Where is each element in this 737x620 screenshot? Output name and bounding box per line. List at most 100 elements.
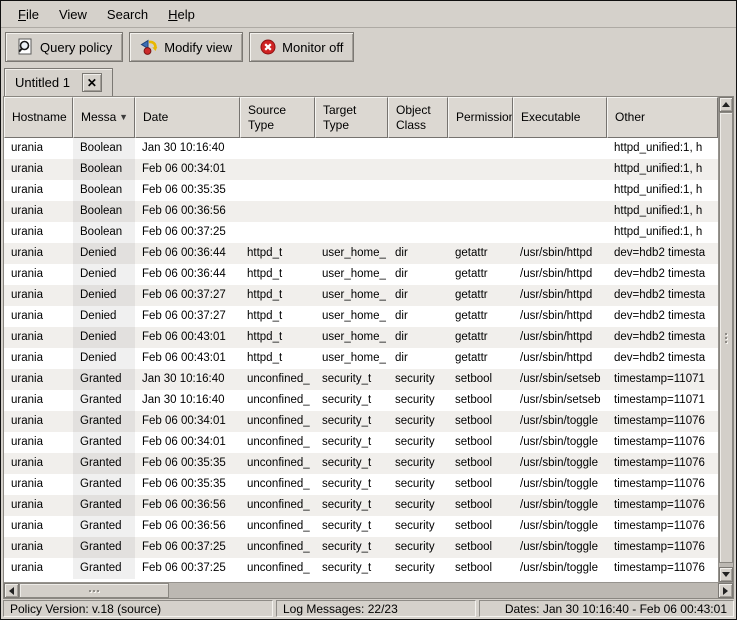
table-cell-source-type[interactable]: unconfined_	[240, 411, 315, 432]
table-cell-source-type[interactable]	[240, 159, 315, 180]
table-row[interactable]: urania Granted Feb 06 00:37:25 unconfine…	[4, 537, 718, 558]
table-cell-other[interactable]: httpd_unified:1, h	[607, 180, 718, 201]
table-cell-permission[interactable]: setbool	[448, 558, 513, 579]
table-cell-executable[interactable]: /usr/sbin/setseb	[513, 390, 607, 411]
table-cell-target-type[interactable]: user_home_	[315, 264, 388, 285]
table-cell-executable[interactable]: /usr/sbin/setseb	[513, 369, 607, 390]
scroll-up-button[interactable]	[719, 97, 733, 112]
table-cell-hostname[interactable]: urania	[4, 432, 73, 453]
table-cell-hostname[interactable]: urania	[4, 495, 73, 516]
column-header-hostname[interactable]: Hostname	[4, 97, 73, 138]
table-cell-message[interactable]: Granted	[73, 432, 135, 453]
table-cell-object-class[interactable]: security	[388, 537, 448, 558]
column-header-message[interactable]: Messa ▼	[73, 97, 135, 138]
column-header-source-type[interactable]: Source Type	[240, 97, 315, 138]
table-cell-other[interactable]: timestamp=11076	[607, 411, 718, 432]
table-row[interactable]: urania Denied Feb 06 00:36:44 httpd_t us…	[4, 264, 718, 285]
table-cell-object-class[interactable]: dir	[388, 285, 448, 306]
table-row[interactable]: urania Granted Feb 06 00:35:35 unconfine…	[4, 453, 718, 474]
table-row[interactable]: urania Denied Feb 06 00:43:01 httpd_t us…	[4, 327, 718, 348]
column-header-permission[interactable]: Permission	[448, 97, 513, 138]
table-cell-object-class[interactable]: dir	[388, 243, 448, 264]
table-cell-date[interactable]: Feb 06 00:37:27	[135, 285, 240, 306]
table-cell-permission[interactable]: getattr	[448, 348, 513, 369]
table-cell-other[interactable]: timestamp=11076	[607, 537, 718, 558]
table-cell-source-type[interactable]	[240, 138, 315, 159]
table-cell-other[interactable]: timestamp=11071	[607, 390, 718, 411]
table-cell-message[interactable]: Boolean	[73, 159, 135, 180]
table-cell-other[interactable]: timestamp=11076	[607, 474, 718, 495]
table-cell-target-type[interactable]	[315, 180, 388, 201]
table-row[interactable]: urania Granted Feb 06 00:37:25 unconfine…	[4, 558, 718, 579]
table-cell-other[interactable]: timestamp=11076	[607, 516, 718, 537]
table-cell-object-class[interactable]	[388, 201, 448, 222]
table-cell-executable[interactable]	[513, 180, 607, 201]
table-cell-permission[interactable]	[448, 138, 513, 159]
table-cell-source-type[interactable]: unconfined_	[240, 453, 315, 474]
table-cell-date[interactable]: Feb 06 00:43:01	[135, 327, 240, 348]
table-row[interactable]: urania Granted Jan 30 10:16:40 unconfine…	[4, 369, 718, 390]
table-cell-executable[interactable]: /usr/sbin/toggle	[513, 432, 607, 453]
table-row[interactable]: urania Denied Feb 06 00:37:27 httpd_t us…	[4, 285, 718, 306]
table-cell-target-type[interactable]: security_t	[315, 516, 388, 537]
table-cell-message[interactable]: Boolean	[73, 222, 135, 243]
column-header-other[interactable]: Other	[607, 97, 718, 138]
table-cell-message[interactable]: Granted	[73, 411, 135, 432]
table-cell-source-type[interactable]	[240, 201, 315, 222]
table-cell-message[interactable]: Granted	[73, 537, 135, 558]
table-cell-hostname[interactable]: urania	[4, 474, 73, 495]
table-cell-date[interactable]: Feb 06 00:36:56	[135, 516, 240, 537]
table-cell-date[interactable]: Feb 06 00:37:25	[135, 537, 240, 558]
table-cell-hostname[interactable]: urania	[4, 516, 73, 537]
table-cell-message[interactable]: Granted	[73, 369, 135, 390]
modify-view-button[interactable]: Modify view	[129, 32, 243, 62]
table-cell-message[interactable]: Granted	[73, 558, 135, 579]
menu-file[interactable]: File	[9, 4, 48, 25]
table-cell-executable[interactable]	[513, 138, 607, 159]
table-row[interactable]: urania Granted Feb 06 00:34:01 unconfine…	[4, 411, 718, 432]
table-cell-target-type[interactable]: user_home_	[315, 306, 388, 327]
table-cell-source-type[interactable]: unconfined_	[240, 369, 315, 390]
table-cell-date[interactable]: Jan 30 10:16:40	[135, 138, 240, 159]
vertical-scrollbar[interactable]	[718, 97, 733, 582]
tab-untitled-1[interactable]: Untitled 1 ✕	[4, 68, 113, 96]
table-cell-date[interactable]: Feb 06 00:37:25	[135, 222, 240, 243]
table-row[interactable]: urania Denied Feb 06 00:43:01 httpd_t us…	[4, 348, 718, 369]
table-cell-permission[interactable]: getattr	[448, 243, 513, 264]
table-cell-other[interactable]: dev=hdb2 timesta	[607, 348, 718, 369]
horizontal-scrollbar-thumb[interactable]	[19, 583, 169, 598]
table-cell-executable[interactable]	[513, 159, 607, 180]
table-cell-target-type[interactable]	[315, 201, 388, 222]
table-cell-executable[interactable]: /usr/sbin/httpd	[513, 306, 607, 327]
table-cell-target-type[interactable]	[315, 222, 388, 243]
table-cell-permission[interactable]	[448, 180, 513, 201]
table-cell-permission[interactable]	[448, 201, 513, 222]
table-cell-target-type[interactable]: security_t	[315, 390, 388, 411]
table-cell-message[interactable]: Granted	[73, 516, 135, 537]
table-cell-permission[interactable]: getattr	[448, 327, 513, 348]
query-policy-button[interactable]: Query policy	[5, 32, 123, 62]
table-cell-object-class[interactable]: security	[388, 369, 448, 390]
table-row[interactable]: urania Boolean Feb 06 00:37:25 httpd_uni…	[4, 222, 718, 243]
table-cell-target-type[interactable]: security_t	[315, 411, 388, 432]
table-cell-permission[interactable]	[448, 222, 513, 243]
tab-close-button[interactable]: ✕	[82, 73, 102, 92]
table-cell-other[interactable]: timestamp=11076	[607, 558, 718, 579]
table-cell-other[interactable]: httpd_unified:1, h	[607, 159, 718, 180]
table-cell-other[interactable]: timestamp=11076	[607, 453, 718, 474]
table-row[interactable]: urania Boolean Feb 06 00:35:35 httpd_uni…	[4, 180, 718, 201]
table-cell-hostname[interactable]: urania	[4, 159, 73, 180]
table-cell-other[interactable]: dev=hdb2 timesta	[607, 243, 718, 264]
table-cell-hostname[interactable]: urania	[4, 411, 73, 432]
table-cell-target-type[interactable]: security_t	[315, 453, 388, 474]
table-cell-executable[interactable]: /usr/sbin/toggle	[513, 474, 607, 495]
table-cell-permission[interactable]: getattr	[448, 264, 513, 285]
table-cell-object-class[interactable]	[388, 222, 448, 243]
table-cell-source-type[interactable]: unconfined_	[240, 558, 315, 579]
table-row[interactable]: urania Denied Feb 06 00:36:44 httpd_t us…	[4, 243, 718, 264]
table-cell-message[interactable]: Denied	[73, 243, 135, 264]
table-cell-source-type[interactable]: unconfined_	[240, 432, 315, 453]
table-cell-date[interactable]: Feb 06 00:37:25	[135, 558, 240, 579]
table-cell-message[interactable]: Boolean	[73, 138, 135, 159]
table-cell-hostname[interactable]: urania	[4, 348, 73, 369]
